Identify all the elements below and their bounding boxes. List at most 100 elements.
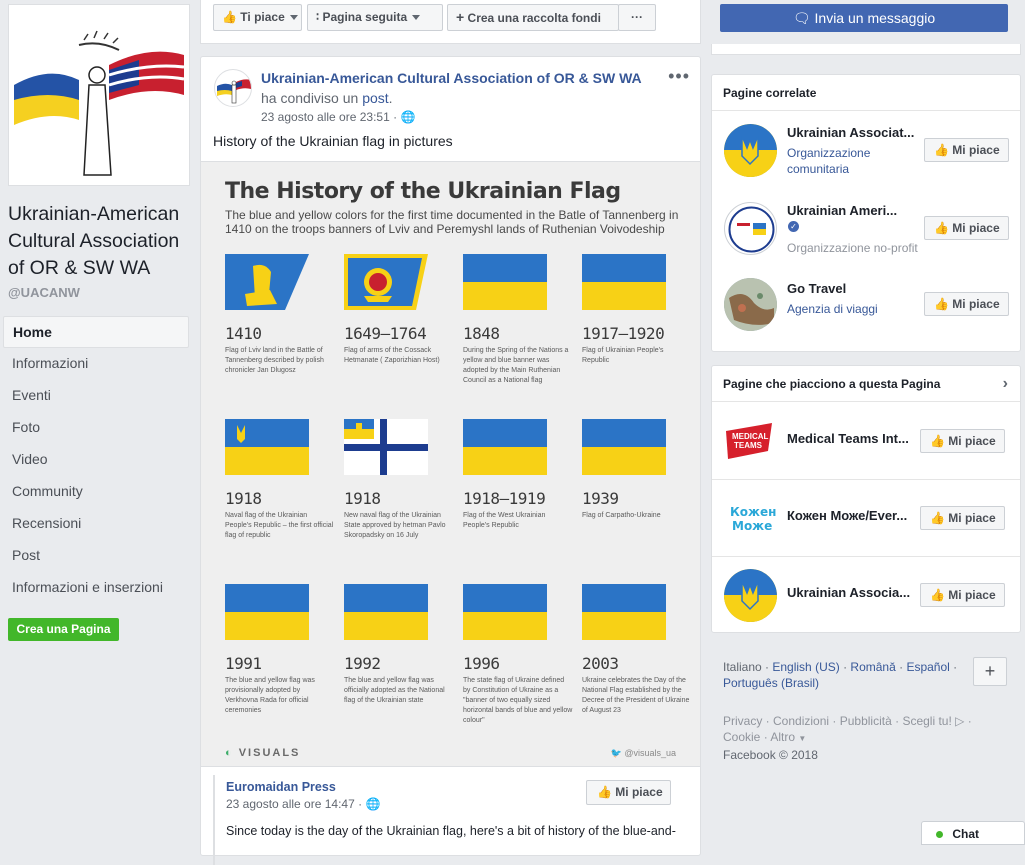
post-author-avatar[interactable] (214, 69, 252, 107)
chat-tab[interactable]: Chat (921, 821, 1025, 845)
visuals-brand-text: VISUALS (238, 747, 301, 759)
post-author-name[interactable]: Ukrainian-American Cultural Association … (261, 70, 642, 86)
nav-item-recensioni[interactable]: Recensioni (3, 508, 189, 540)
year-label: 1917–1920 (582, 324, 665, 343)
language-link[interactable]: Español (906, 660, 949, 674)
flag-1996 (463, 584, 547, 640)
liked-page-avatar[interactable]: Кожен Може (724, 492, 777, 545)
visuals-twitter: 🐦 @visuals_ua (611, 748, 676, 759)
infographic-image[interactable]: The History of the Ukrainian Flag The bl… (201, 161, 700, 767)
nav-item-eventi[interactable]: Eventi (3, 380, 189, 412)
send-message-button[interactable]: 🗨 Invia un messaggio (720, 4, 1008, 32)
related-page-name[interactable]: Ukrainian Associat... (787, 125, 914, 140)
flag-description: The blue and yellow flag was provisional… (225, 677, 315, 714)
post-timestamp[interactable]: 23 agosto alle ore 23:51 · 🌐 (261, 110, 415, 124)
liked-page-avatar[interactable] (724, 569, 777, 622)
page-handle[interactable]: @UACANW (8, 285, 80, 300)
liked-page-avatar[interactable]: MEDICAL TEAMS (724, 415, 777, 468)
like-label: Mi piace (952, 297, 1000, 311)
left-column: Ukrainian-American Cultural Association … (0, 0, 200, 840)
thumbs-up-icon: 👍 (934, 297, 949, 311)
footer-link[interactable]: Condizioni (773, 714, 829, 728)
svg-text:Може: Може (732, 519, 772, 533)
follow-page-label: Pagina seguita (322, 10, 408, 24)
year-label: 2003 (582, 654, 619, 673)
liked-pages-header[interactable]: Pagine che piacciono a questa Pagina › (712, 366, 1020, 402)
create-page-button[interactable]: Crea una Pagina (8, 618, 119, 641)
main-column: 👍 Ti piace ∶ Pagina seguita + Crea una r… (200, 0, 701, 865)
page-action-toolbar: 👍 Ti piace ∶ Pagina seguita + Crea una r… (200, 0, 701, 44)
nav-item-foto[interactable]: Foto (3, 412, 189, 444)
flag-description: New naval flag of the Ukrainian State ap… (344, 512, 446, 539)
send-message-label: Invia un messaggio (814, 10, 936, 26)
more-icon: ··· (631, 10, 643, 24)
liked-page-like-button[interactable]: 👍 Mi piace (920, 583, 1005, 607)
footer-link[interactable]: Privacy (723, 714, 762, 728)
flag-description: Flag of Ukrainian People's Republic (582, 347, 664, 364)
nav-item-post[interactable]: Post (3, 540, 189, 572)
flag-1939 (582, 419, 666, 475)
footer-link[interactable]: Altro (770, 730, 795, 744)
related-page-avatar[interactable] (724, 202, 777, 255)
liked-page-name[interactable]: Ukrainian Associa... (787, 585, 910, 600)
liked-pages-box: Pagine che piacciono a questa Pagina › M… (711, 365, 1021, 633)
liked-page-name[interactable]: Medical Teams Int... (787, 431, 909, 446)
year-label: 1991 (225, 654, 262, 673)
language-link[interactable]: English (US) (772, 660, 839, 674)
follow-page-button[interactable]: ∶ Pagina seguita (307, 4, 443, 31)
related-page-avatar[interactable] (724, 278, 777, 331)
previous-box-cutoff (711, 44, 1021, 55)
create-fundraiser-button[interactable]: + Crea una raccolta fondi (447, 4, 619, 31)
shared-post-timestamp[interactable]: 23 agosto alle ore 14:47 · 🌐 (226, 797, 380, 811)
related-page-name[interactable]: Go Travel (787, 281, 846, 296)
like-page-button[interactable]: 👍 Ti piace (213, 4, 302, 31)
nav-item-home[interactable]: Home (3, 316, 189, 348)
related-page-like-button[interactable]: 👍 Mi piace (924, 292, 1009, 316)
more-options-button[interactable]: ··· (618, 4, 656, 31)
shared-post-card: Euromaidan Press 23 agosto alle ore 14:4… (213, 775, 691, 865)
verified-badge-icon: ✓ (788, 221, 799, 232)
post-options-icon[interactable]: ••• (668, 67, 690, 85)
related-page-category[interactable]: Agenzia di viaggi (787, 301, 878, 317)
nav-item-informazioni[interactable]: Informazioni (3, 348, 189, 380)
shared-post-like-button[interactable]: 👍 Mi piace (586, 780, 671, 805)
footer-links: Privacy · Condizioni · Pubblicità · Sceg… (723, 714, 972, 762)
footer-link[interactable]: Scegli tu! (902, 714, 951, 728)
related-page-like-button[interactable]: 👍 Mi piace (924, 216, 1009, 240)
language-link[interactable]: Português (Brasil) (723, 676, 819, 690)
related-page-like-button[interactable]: 👍 Mi piace (924, 138, 1009, 162)
language-link[interactable]: Română (850, 660, 895, 674)
liked-page-name[interactable]: Кожен Може/Ever... (787, 508, 907, 523)
year-label: 1649–1764 (344, 324, 427, 343)
footer-link[interactable]: Cookie (723, 730, 760, 744)
liked-page-like-button[interactable]: 👍 Mi piace (920, 429, 1005, 453)
page-profile-picture[interactable] (8, 4, 190, 186)
flag-description: Flag of arms of the Cossack Hetmanate ( … (344, 347, 440, 364)
related-page-name[interactable]: Ukrainian Ameri... (787, 203, 897, 218)
shared-line: ha condiviso un post. (261, 90, 393, 106)
liked-page-like-button[interactable]: 👍 Mi piace (920, 506, 1005, 530)
svg-text:MEDICAL: MEDICAL (732, 432, 769, 441)
shared-post-link[interactable]: post (362, 90, 388, 106)
flag-description: Flag of Carpatho-Ukraine (582, 512, 661, 519)
page-nav: Home Informazioni Eventi Foto Video Comm… (3, 316, 189, 604)
liked-pages-title: Pagine che piacciono a questa Pagina (723, 377, 941, 391)
shared-post-author[interactable]: Euromaidan Press (226, 780, 336, 794)
footer-link[interactable]: Pubblicità (840, 714, 892, 728)
language-selector: Italiano · English (US) · Română · Españ… (723, 660, 958, 690)
flag-2003 (582, 584, 666, 640)
nav-item-community[interactable]: Community (3, 476, 189, 508)
flag-description: During the Spring of the Nations a yello… (463, 347, 569, 384)
related-page-avatar[interactable] (724, 124, 777, 177)
like-page-label: Ti piace (240, 10, 285, 24)
plus-icon: + (456, 9, 465, 25)
nav-item-video[interactable]: Video (3, 444, 189, 476)
page-title[interactable]: Ukrainian-American Cultural Association … (8, 201, 198, 282)
related-page-category[interactable]: Organizzazione no-profit (787, 240, 918, 256)
nav-item-informazioni-inserzioni[interactable]: Informazioni e inserzioni (3, 572, 189, 604)
online-dot-icon (936, 831, 943, 839)
thumbs-up-icon: 👍 (930, 511, 945, 525)
add-language-button[interactable]: + (973, 657, 1007, 686)
like-label: Mi piace (615, 785, 663, 799)
related-page-category[interactable]: Organizzazione comunitaria (787, 145, 907, 177)
